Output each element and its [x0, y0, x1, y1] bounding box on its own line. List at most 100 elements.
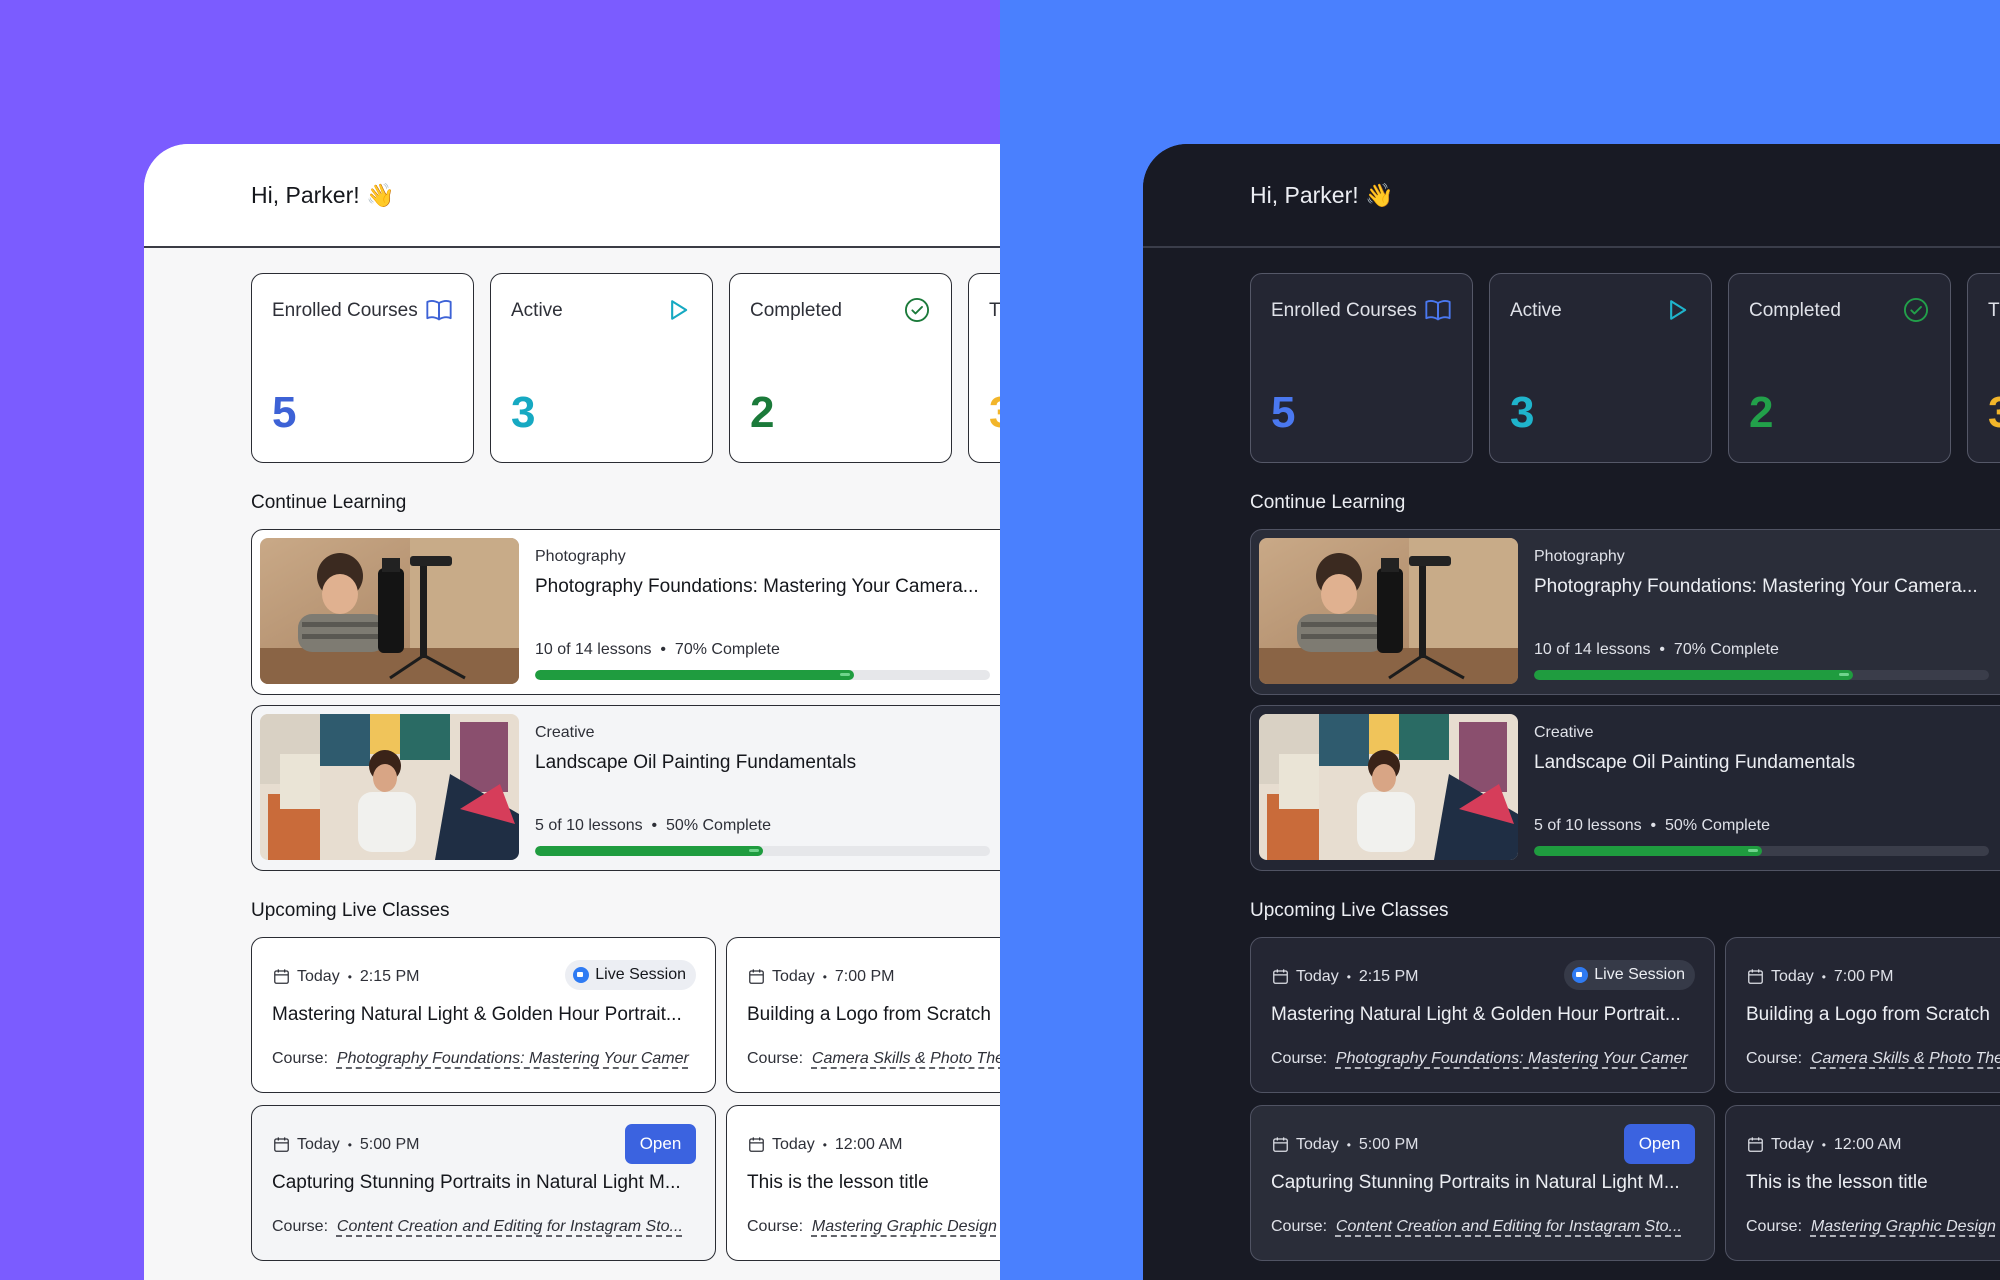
live-class-card[interactable]: Today • 5:00 PM Open Capturing Stunning Po…: [1250, 1105, 1715, 1261]
course-card[interactable]: Creative Landscape Oil Painting Fundamen…: [1250, 705, 2000, 871]
live-class-card[interactable]: Today • 2:15 PM Live Session Mastering Nat…: [1250, 937, 1715, 1093]
course-category: Photography: [535, 548, 626, 565]
live-class-card[interactable]: Today • 5:00 PM Open Capturing Stunning Po…: [251, 1105, 716, 1261]
stat-card-enrolled[interactable]: Enrolled Courses 5: [251, 273, 474, 463]
course-card[interactable]: Photography Photography Foundations: Mas…: [1250, 529, 2000, 695]
calendar-icon: [1273, 1137, 1288, 1152]
stats-row: Enrolled Courses 5 Active 3 Completed 2 …: [251, 273, 1000, 463]
class-day: Today: [1296, 967, 1339, 985]
course-card[interactable]: Creative Landscape Oil Painting Fundamen…: [251, 705, 1000, 871]
class-course: Course: Content Creation and Editing for…: [272, 1218, 683, 1236]
class-time: 2:15 PM: [359, 967, 420, 985]
calendar-icon: [749, 1137, 764, 1152]
class-day: Today: [772, 1135, 815, 1153]
stat-label: T: [989, 300, 1000, 321]
class-time: 2:15 PM: [1358, 967, 1419, 985]
class-course: Course: Camera Skills & Photo The: [1746, 1050, 2000, 1068]
stat-card-partial[interactable]: T 3: [968, 273, 1000, 463]
course-prefix: Course:: [1746, 1050, 1803, 1067]
complete-percent: 70% Complete: [1673, 641, 1779, 658]
class-title: Capturing Stunning Portraits in Natural …: [272, 1172, 681, 1193]
calendar-icon: [274, 969, 289, 984]
class-title: This is the lesson title: [1746, 1172, 1928, 1193]
stat-label: T: [1988, 300, 2000, 321]
class-time: 12:00 AM: [1833, 1135, 1902, 1153]
stats-row: Enrolled Courses 5 Active 3 Completed 2 …: [1250, 273, 2000, 463]
stat-card-active[interactable]: Active 3: [1489, 273, 1712, 463]
course-link[interactable]: Mastering Graphic Design: [1811, 1218, 1996, 1235]
dashboard-panel-dark: Hi, Parker! 👋 Enrolled Courses 5 Active …: [1143, 144, 2000, 1280]
progress-fill: [1534, 846, 1762, 856]
stat-label: Completed: [750, 300, 842, 321]
course-progress-text: 10 of 14 lessons • 70% Complete: [1534, 641, 1779, 658]
class-title: Building a Logo from Scratch: [747, 1004, 991, 1025]
course-prefix: Course:: [272, 1218, 329, 1235]
course-title: Photography Foundations: Mastering Your …: [535, 576, 979, 597]
stat-label: Completed: [1749, 300, 1841, 321]
stat-card-enrolled[interactable]: Enrolled Courses 5: [1250, 273, 1473, 463]
stat-value: 2: [1749, 388, 1774, 437]
book-icon: [1425, 299, 1451, 321]
live-class-card[interactable]: Today • 2:15 PM Live Session Mastering Nat…: [251, 937, 716, 1093]
class-title: Capturing Stunning Portraits in Natural …: [1271, 1172, 1680, 1193]
stat-card-partial[interactable]: T 3: [1967, 273, 2000, 463]
complete-percent: 50% Complete: [1665, 817, 1770, 834]
course-link[interactable]: Photography Foundations: Mastering Your …: [1336, 1050, 1688, 1067]
play-icon: [1670, 300, 1687, 320]
calendar-icon: [1748, 1137, 1763, 1152]
stat-card-completed[interactable]: Completed 2: [729, 273, 952, 463]
video-camera-icon: [1572, 967, 1589, 983]
course-thumbnail-painting: [1259, 714, 1518, 860]
progress-fill: [535, 670, 854, 680]
course-card[interactable]: Photography Photography Foundations: Mas…: [251, 529, 1000, 695]
greeting: Hi, Parker! 👋: [251, 182, 395, 208]
live-class-card[interactable]: Today • 7:00 PM Building a Logo from Scrat…: [1725, 937, 2000, 1093]
open-button[interactable]: Open: [1624, 1124, 1695, 1164]
stat-card-completed[interactable]: Completed 2: [1728, 273, 1951, 463]
continue-learning-heading: Continue Learning: [251, 492, 407, 513]
course-link[interactable]: Content Creation and Editing for Instagr…: [1336, 1218, 1682, 1235]
live-class-card[interactable]: Today • 12:00 AM This is the lesson title …: [726, 1105, 1000, 1261]
class-day: Today: [772, 967, 815, 985]
course-progress-text: 10 of 14 lessons • 70% Complete: [535, 641, 780, 658]
class-time: 7:00 PM: [834, 967, 895, 985]
lessons-count: 5 of 10 lessons: [535, 817, 643, 834]
check-circle-icon: [904, 297, 930, 323]
class-course: Course: Camera Skills & Photo The: [747, 1050, 1000, 1068]
badge-label: Live Session: [595, 966, 686, 983]
header: Hi, Parker! 👋: [144, 144, 1000, 248]
class-time: 12:00 AM: [834, 1135, 903, 1153]
stat-value: 5: [272, 388, 297, 437]
progress-bar: [535, 846, 990, 856]
course-link[interactable]: Mastering Graphic Design: [812, 1218, 997, 1235]
course-title: Landscape Oil Painting Fundamentals: [1534, 752, 1856, 773]
stat-value: 3: [989, 388, 1000, 438]
progress-bar: [535, 670, 990, 680]
course-prefix: Course:: [1271, 1050, 1328, 1067]
course-link[interactable]: Camera Skills & Photo The: [1811, 1050, 2000, 1067]
open-button[interactable]: Open: [625, 1124, 696, 1164]
stat-card-active[interactable]: Active 3: [490, 273, 713, 463]
course-prefix: Course:: [747, 1050, 804, 1067]
course-thumbnail-photography: [1259, 538, 1518, 684]
play-icon: [671, 300, 688, 320]
course-progress-text: 5 of 10 lessons • 50% Complete: [535, 817, 771, 834]
class-time: 5:00 PM: [1358, 1135, 1419, 1153]
stat-label: Enrolled Courses: [1271, 300, 1417, 321]
course-link[interactable]: Camera Skills & Photo The: [812, 1050, 1000, 1067]
course-category: Creative: [535, 724, 595, 741]
class-day: Today: [297, 967, 340, 985]
class-course: Course: Photography Foundations: Masteri…: [1271, 1050, 1688, 1068]
progress-bar: [1534, 670, 1989, 680]
course-link[interactable]: Content Creation and Editing for Instagr…: [337, 1218, 683, 1235]
class-schedule: Today • 2:15 PM: [1271, 967, 1419, 986]
course-thumbnail-painting: [260, 714, 519, 860]
stat-value: 3: [1988, 388, 2000, 438]
calendar-icon: [274, 1137, 289, 1152]
live-class-card[interactable]: Today • 7:00 PM Building a Logo from Scrat…: [726, 937, 1000, 1093]
live-class-card[interactable]: Today • 12:00 AM This is the lesson title …: [1725, 1105, 2000, 1261]
class-title: Mastering Natural Light & Golden Hour Po…: [1271, 1004, 1681, 1025]
dark-theme-viewport: Hi, Parker! 👋 Enrolled Courses 5 Active …: [1000, 0, 2000, 1280]
course-link[interactable]: Photography Foundations: Mastering Your …: [337, 1050, 689, 1067]
stat-value: 2: [750, 388, 775, 437]
